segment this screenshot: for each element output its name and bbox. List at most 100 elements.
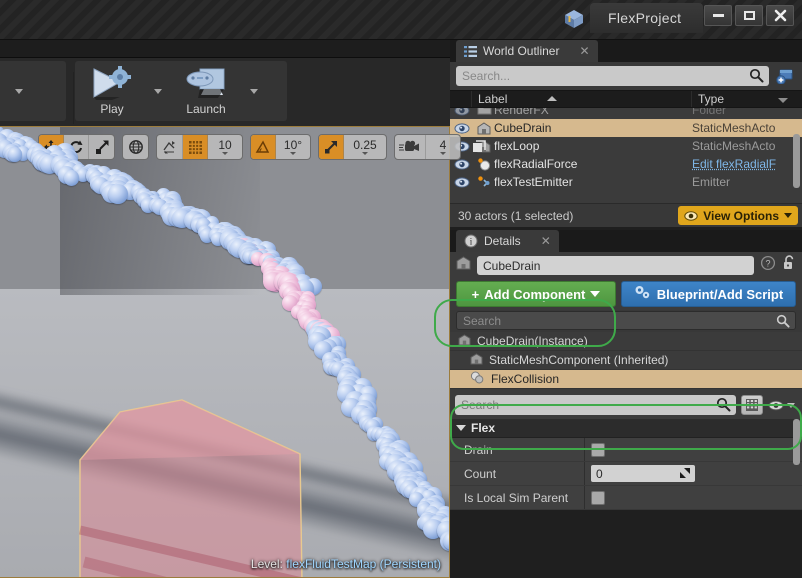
- scale-snap-toggle[interactable]: [319, 135, 344, 159]
- world-outliner-panel: Search... Label Type RenderFX Folder Cub…: [450, 62, 802, 227]
- search-icon: [749, 68, 764, 86]
- grid-snap-toggle[interactable]: [183, 135, 208, 159]
- component-label: StaticMeshComponent (Inherited): [489, 353, 669, 367]
- scale-snap-group: 0.25: [318, 134, 387, 160]
- close-icon[interactable]: ✕: [579, 44, 589, 58]
- level-viewport[interactable]: {} Level: flexFluidTestMap (Persistent): [0, 126, 450, 578]
- row-type: StaticMeshActo: [692, 121, 776, 135]
- tab-world-outliner[interactable]: World Outliner ✕: [456, 40, 598, 62]
- tab-details[interactable]: i Details ✕: [456, 230, 559, 252]
- play-icon: [90, 65, 134, 101]
- unreal-engine-logo-icon: [563, 8, 585, 30]
- world-globe-icon: [128, 140, 143, 154]
- project-title-tab[interactable]: FlexProject: [590, 3, 704, 33]
- lock-open-icon[interactable]: [782, 255, 796, 276]
- play-dropdown[interactable]: [149, 61, 167, 121]
- scale-snap-value[interactable]: 0.25: [344, 135, 386, 159]
- flex-fluid-particles: {}: [0, 127, 449, 577]
- grid-view-button[interactable]: [741, 395, 763, 415]
- launch-button[interactable]: Launch: [167, 61, 245, 121]
- outliner-scrollbar[interactable]: [793, 134, 800, 188]
- actor-name-field[interactable]: CubeDrain: [477, 256, 754, 275]
- table-row[interactable]: RenderFX Folder: [450, 108, 802, 119]
- count-value: 0: [596, 466, 603, 481]
- launch-dropdown[interactable]: [245, 61, 263, 121]
- outliner-rows[interactable]: RenderFX Folder CubeDrain StaticMeshActo: [450, 108, 802, 203]
- actor-name-value: CubeDrain: [483, 258, 541, 273]
- surface-snap-icon: [163, 141, 175, 154]
- details-action-buttons: + Add Component Blueprint/Add Script: [450, 279, 802, 310]
- grid-snap-value[interactable]: 10: [208, 135, 242, 159]
- list-item[interactable]: CubeDrain(Instance): [450, 332, 802, 351]
- properties-visibility-button[interactable]: [768, 400, 797, 411]
- build-dropdown[interactable]: [10, 61, 28, 121]
- viewport-level-status: Level: flexFluidTestMap (Persistent): [251, 557, 441, 571]
- outliner-footer: 30 actors (1 selected) View Options: [450, 203, 802, 227]
- details-name-row: CubeDrain ?: [450, 252, 802, 279]
- folder-icon: [474, 108, 494, 116]
- component-tree[interactable]: CubeDrain(Instance) StaticMeshComponent …: [450, 332, 802, 391]
- toolbar-group-build: ld: [0, 61, 66, 121]
- table-row[interactable]: flexLoop StaticMeshActo: [450, 137, 802, 155]
- spinner-icon[interactable]: [679, 467, 691, 482]
- add-component-button[interactable]: + Add Component: [456, 281, 616, 307]
- properties-scrollbar[interactable]: [793, 419, 800, 465]
- table-row[interactable]: flexTestEmitter Emitter: [450, 173, 802, 191]
- minimize-button[interactable]: [704, 5, 732, 26]
- eye-icon[interactable]: [450, 108, 474, 116]
- outliner-search-input[interactable]: Search...: [456, 66, 769, 86]
- category-header-flex[interactable]: Flex: [450, 419, 802, 438]
- static-mesh-icon: [474, 121, 494, 135]
- eye-icon[interactable]: [450, 122, 474, 134]
- camera-speed-value[interactable]: 4: [426, 135, 460, 159]
- column-menu-icon[interactable]: [778, 98, 788, 103]
- build-button[interactable]: ld: [0, 61, 10, 121]
- scale-tool-button[interactable]: [89, 135, 114, 159]
- component-search-input[interactable]: Search: [456, 311, 796, 330]
- close-button[interactable]: [766, 5, 794, 26]
- rotation-snap-toggle[interactable]: [251, 135, 276, 159]
- table-row[interactable]: CubeDrain StaticMeshActo: [450, 119, 802, 137]
- camera-speed-icon-button[interactable]: [395, 135, 426, 159]
- grid-view-icon: [746, 399, 758, 411]
- row-label: flexTestEmitter: [494, 175, 573, 189]
- row-type: Folder: [692, 108, 727, 117]
- component-label: FlexCollision: [491, 372, 560, 386]
- maximize-button[interactable]: [735, 5, 763, 26]
- rotation-snap-value[interactable]: 10°: [276, 135, 310, 159]
- chevron-down-icon: [787, 402, 795, 408]
- maximize-viewport-button[interactable]: [468, 136, 490, 158]
- list-item[interactable]: FlexCollision: [450, 370, 802, 389]
- table-row[interactable]: flexRadialForce Edit flexRadialF: [450, 155, 802, 173]
- eye-icon[interactable]: [450, 158, 474, 170]
- add-folder-button[interactable]: [774, 66, 796, 86]
- outliner-col-label-text: Label: [478, 92, 508, 106]
- is-local-sim-parent-checkbox[interactable]: [591, 490, 605, 505]
- outliner-col-label[interactable]: Label: [472, 91, 692, 107]
- drain-checkbox[interactable]: [591, 442, 605, 457]
- view-options-button[interactable]: View Options: [678, 206, 798, 225]
- eye-icon[interactable]: [450, 176, 474, 188]
- camera-speed-group: 4: [394, 134, 461, 160]
- blueprint-add-script-button[interactable]: Blueprint/Add Script: [621, 281, 796, 307]
- details-panel: CubeDrain ? + Add Component Blueprint/Ad…: [450, 252, 802, 510]
- count-input[interactable]: 0: [591, 465, 695, 482]
- close-icon[interactable]: ✕: [541, 234, 551, 248]
- row-label: RenderFX: [494, 108, 549, 117]
- eye-icon: [684, 210, 698, 221]
- outliner-col-type[interactable]: Type: [692, 91, 802, 107]
- help-circle-icon[interactable]: ?: [760, 255, 776, 276]
- properties-search-input[interactable]: Search: [455, 395, 736, 415]
- world-outliner-tabbar: World Outliner ✕: [450, 40, 802, 62]
- row-type[interactable]: Edit flexRadialF: [692, 157, 802, 171]
- property-row-drain: Drain: [450, 438, 802, 462]
- static-mesh-icon: [456, 256, 471, 275]
- surface-snap-button[interactable]: [157, 135, 183, 159]
- world-coordinate-button[interactable]: [123, 135, 148, 159]
- plus-icon: +: [471, 286, 480, 302]
- window-titlebar: FlexProject: [0, 0, 802, 40]
- scale-snap-value-text: 0.25: [353, 137, 377, 152]
- list-item[interactable]: StaticMeshComponent (Inherited): [450, 351, 802, 370]
- play-button[interactable]: Play: [75, 61, 149, 121]
- main-toolbar: ld Pla: [0, 58, 450, 126]
